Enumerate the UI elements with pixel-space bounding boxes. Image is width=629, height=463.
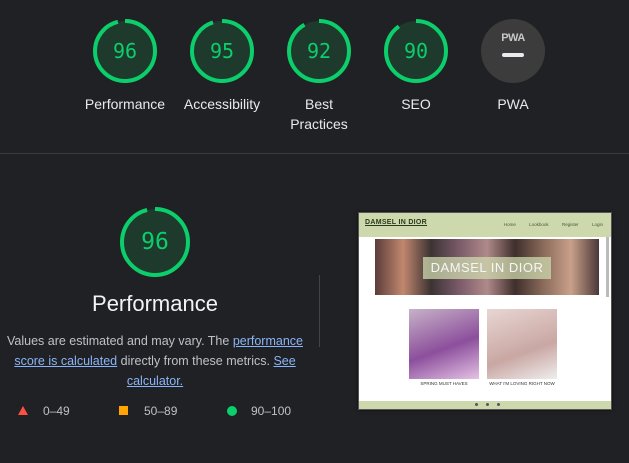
social-icon bbox=[497, 403, 500, 406]
vertical-separator bbox=[319, 275, 320, 347]
score-legend: 0–49 50–89 90–100 bbox=[18, 404, 318, 420]
thumb-hero-image: DAMSEL IN DIOR bbox=[375, 239, 599, 295]
social-icon bbox=[486, 403, 489, 406]
thumb-navbar: DAMSEL IN DIOR Home Lookbook Register Lo… bbox=[359, 213, 611, 237]
thumb-hero-overlay: DAMSEL IN DIOR bbox=[423, 257, 551, 279]
gauge-pwa[interactable]: PWA PWA bbox=[463, 16, 563, 114]
thumb-nav-lookbook: Lookbook bbox=[529, 222, 549, 227]
section-divider bbox=[0, 153, 629, 154]
gauge-accessibility[interactable]: 95 Accessibility bbox=[172, 16, 272, 114]
gauge-score: 96 bbox=[112, 39, 138, 63]
performance-gauge: 96 bbox=[118, 205, 192, 279]
legend-pass-label: 90–100 bbox=[251, 404, 292, 418]
thumb-scrollbar bbox=[606, 237, 609, 297]
thumb-card-caption: WHAT I'M LOVING RIGHT NOW bbox=[489, 381, 555, 386]
thumb-card-image bbox=[487, 309, 557, 379]
performance-description: Values are estimated and may vary. The p… bbox=[5, 331, 305, 391]
fail-triangle-icon bbox=[18, 406, 28, 415]
gauge-score: 92 bbox=[306, 39, 332, 63]
performance-score: 96 bbox=[141, 229, 169, 255]
gauge-label: Best Practices bbox=[290, 96, 348, 132]
pass-circle-icon bbox=[227, 406, 237, 416]
performance-title: Performance bbox=[92, 291, 218, 316]
gauge-label: Performance bbox=[84, 96, 166, 112]
gauge-score: 95 bbox=[209, 39, 235, 63]
gauge-score: 90 bbox=[403, 39, 429, 63]
score-summary: 96 Performance 95 Accessibility 92 Best … bbox=[0, 0, 629, 153]
thumb-nav-login: Login bbox=[591, 222, 603, 227]
pwa-badge-text: PWA bbox=[501, 32, 525, 44]
gauge-performance[interactable]: 96 Performance bbox=[75, 16, 175, 114]
thumb-nav-home: Home bbox=[503, 222, 516, 227]
desc-prefix: Values are estimated and may vary. The bbox=[7, 334, 233, 348]
gauge-seo[interactable]: 90 SEO bbox=[366, 16, 466, 114]
thumb-nav-links: Home Lookbook Register Login bbox=[492, 222, 603, 227]
thumb-hero-text: DAMSEL IN DIOR bbox=[430, 260, 544, 275]
performance-detail: 96 Performance Values are estimated and … bbox=[0, 205, 310, 391]
legend-fail-label: 0–49 bbox=[43, 404, 70, 418]
thumb-card-caption: SPRING MUST HAVES bbox=[420, 381, 468, 386]
gauge-best-practices[interactable]: 92 Best Practices bbox=[269, 16, 369, 134]
thumb-footer bbox=[359, 401, 611, 409]
legend-average-label: 50–89 bbox=[144, 404, 178, 418]
gauge-label: PWA bbox=[497, 96, 529, 112]
thumb-card-image bbox=[409, 309, 479, 379]
desc-mid: directly from these metrics. bbox=[117, 354, 274, 368]
gauge-label: SEO bbox=[401, 96, 431, 112]
thumb-nav-register: Register bbox=[561, 222, 579, 227]
final-screenshot-thumbnail[interactable]: DAMSEL IN DIOR Home Lookbook Register Lo… bbox=[358, 212, 612, 410]
social-icon bbox=[475, 403, 478, 406]
average-square-icon bbox=[119, 406, 128, 415]
thumb-brand: DAMSEL IN DIOR bbox=[365, 219, 428, 226]
gauge-label: Accessibility bbox=[183, 96, 261, 112]
